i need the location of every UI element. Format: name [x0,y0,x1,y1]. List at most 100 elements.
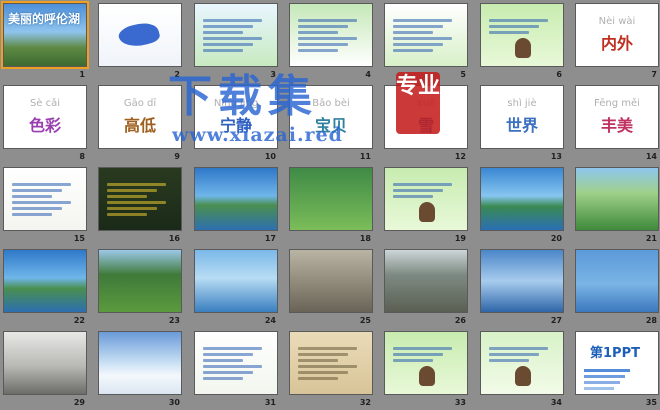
slide-preview[interactable] [289,331,373,395]
slide-thumbnail[interactable]: 29 [1,329,95,410]
slide-preview[interactable] [384,167,468,231]
slide-pinyin: Fēng měi [594,98,640,109]
slide-preview[interactable] [384,3,468,67]
slide-text-lines [203,344,269,383]
slide-hanzi: 雪 [417,116,434,135]
slide-thumbnail[interactable]: Níng jìng 宁静 10 [192,83,286,165]
slide-thumbnail[interactable]: 4 [287,1,381,83]
slide-number: 26 [454,316,466,325]
slide-preview[interactable] [384,331,468,395]
slide-pinyin: Bǎo bèi [312,98,350,109]
slide-preview[interactable] [3,331,87,395]
slide-thumbnail[interactable]: 28 [573,247,660,329]
slide-preview[interactable] [3,249,87,313]
slide-preview[interactable] [575,167,659,231]
slide-hanzi: 内外 [600,34,633,53]
slide-thumbnail[interactable]: Sè cǎi 色彩 8 [1,83,95,165]
slide-preview[interactable]: xuě 雪 [384,85,468,149]
slide-preview[interactable] [480,249,564,313]
slide-preview[interactable] [194,331,278,395]
slide-thumbnail[interactable]: 3 [192,1,286,83]
slide-pinyin: Níng jìng [213,98,259,109]
slide-number: 18 [359,234,371,243]
slide-thumbnail[interactable]: Nèi wài 内外 7 [573,1,660,83]
slide-hanzi: 宁静 [219,116,252,135]
slide-number: 3 [270,70,276,79]
slide-title: 美丽的呼伦湖 [8,12,81,26]
slide-preview[interactable] [480,331,564,395]
slide-thumbnail[interactable]: 5 [382,1,476,83]
slide-number: 25 [359,316,371,325]
slide-thumbnail[interactable]: 27 [478,247,572,329]
slide-preview[interactable] [480,3,564,67]
slide-preview[interactable]: Fēng měi 丰美 [575,85,659,149]
slide-thumbnail[interactable]: 18 [287,165,381,247]
slide-thumbnail[interactable]: 美丽的呼伦湖 1 [1,1,95,83]
slide-preview[interactable]: Nèi wài 内外 [575,3,659,67]
slide-thumbnail[interactable]: 19 [382,165,476,247]
slide-thumbnail[interactable]: 31 [192,329,286,410]
slide-thumbnail[interactable]: 22 [1,247,95,329]
slide-number: 4 [365,70,371,79]
slide-preview[interactable] [194,3,278,67]
slide-text-lines [393,16,459,55]
slide-thumbnail[interactable]: 20 [478,165,572,247]
slide-preview[interactable]: Sè cǎi 色彩 [3,85,87,149]
slide-hanzi: 色彩 [28,116,61,135]
slide-thumbnail[interactable]: 23 [96,247,190,329]
slide-preview[interactable]: shì jiè 世界 [480,85,564,149]
slide-thumbnail[interactable]: 24 [192,247,286,329]
character-figure-icon [515,366,531,386]
slide-preview[interactable] [98,249,182,313]
slide-preview[interactable] [98,167,182,231]
slide-thumbnail[interactable]: 第1PPT 35 [573,329,660,410]
slide-preview[interactable]: 第1PPT [575,331,659,395]
slide-number: 11 [359,152,371,161]
slide-thumbnail[interactable]: 26 [382,247,476,329]
slide-text-lines [393,344,459,365]
slide-number: 9 [174,152,180,161]
slide-pinyin: xuě [416,98,436,109]
slide-thumbnail[interactable]: Fēng měi 丰美 14 [573,83,660,165]
slide-thumbnail[interactable]: 16 [96,165,190,247]
slide-thumbnail[interactable]: 30 [96,329,190,410]
slide-preview[interactable] [3,167,87,231]
slide-thumbnail[interactable]: 32 [287,329,381,410]
slide-preview[interactable] [194,167,278,231]
slide-preview[interactable] [575,249,659,313]
slide-thumbnail[interactable]: 2 [96,1,190,83]
slide-sorter-grid: 美丽的呼伦湖 1 2 3 4 5 6 Nèi wài 内外 7 Sè cǎi 色彩 8 Gāo dī 高低 9… [0,0,660,410]
slide-preview[interactable] [98,331,182,395]
slide-thumbnail[interactable]: 34 [478,329,572,410]
slide-thumbnail[interactable]: 17 [192,165,286,247]
slide-text-lines [12,180,78,219]
slide-preview[interactable]: Gāo dī 高低 [98,85,182,149]
slide-thumbnail[interactable]: xuě 雪 12 [382,83,476,165]
slide-thumbnail[interactable]: shì jiè 世界 13 [478,83,572,165]
slide-preview[interactable] [194,249,278,313]
slide-preview[interactable]: 美丽的呼伦湖 [1,1,89,69]
slide-thumbnail[interactable]: Gāo dī 高低 9 [96,83,190,165]
slide-preview[interactable]: Níng jìng 宁静 [194,85,278,149]
slide-pinyin: Gāo dī [123,98,157,109]
slide-number: 16 [168,234,180,243]
slide-thumbnail[interactable]: 15 [1,165,95,247]
slide-preview[interactable] [289,167,373,231]
slide-number: 1 [79,70,85,79]
slide-preview[interactable] [480,167,564,231]
slide-preview[interactable] [98,3,182,67]
slide-thumbnail[interactable]: Bǎo bèi 宝贝 11 [287,83,381,165]
slide-pinyin: shì jiè [507,98,537,109]
slide-preview[interactable] [289,3,373,67]
slide-preview[interactable] [384,249,468,313]
slide-thumbnail[interactable]: 21 [573,165,660,247]
slide-thumbnail[interactable]: 6 [478,1,572,83]
slide-thumbnail[interactable]: 25 [287,247,381,329]
slide-number: 10 [264,152,276,161]
slide-number: 35 [645,398,657,407]
slide-thumbnail[interactable]: 33 [382,329,476,410]
slide-preview[interactable] [289,249,373,313]
slide-hanzi: 丰美 [600,116,633,135]
slide-preview[interactable]: Bǎo bèi 宝贝 [289,85,373,149]
character-figure-icon [419,366,435,386]
